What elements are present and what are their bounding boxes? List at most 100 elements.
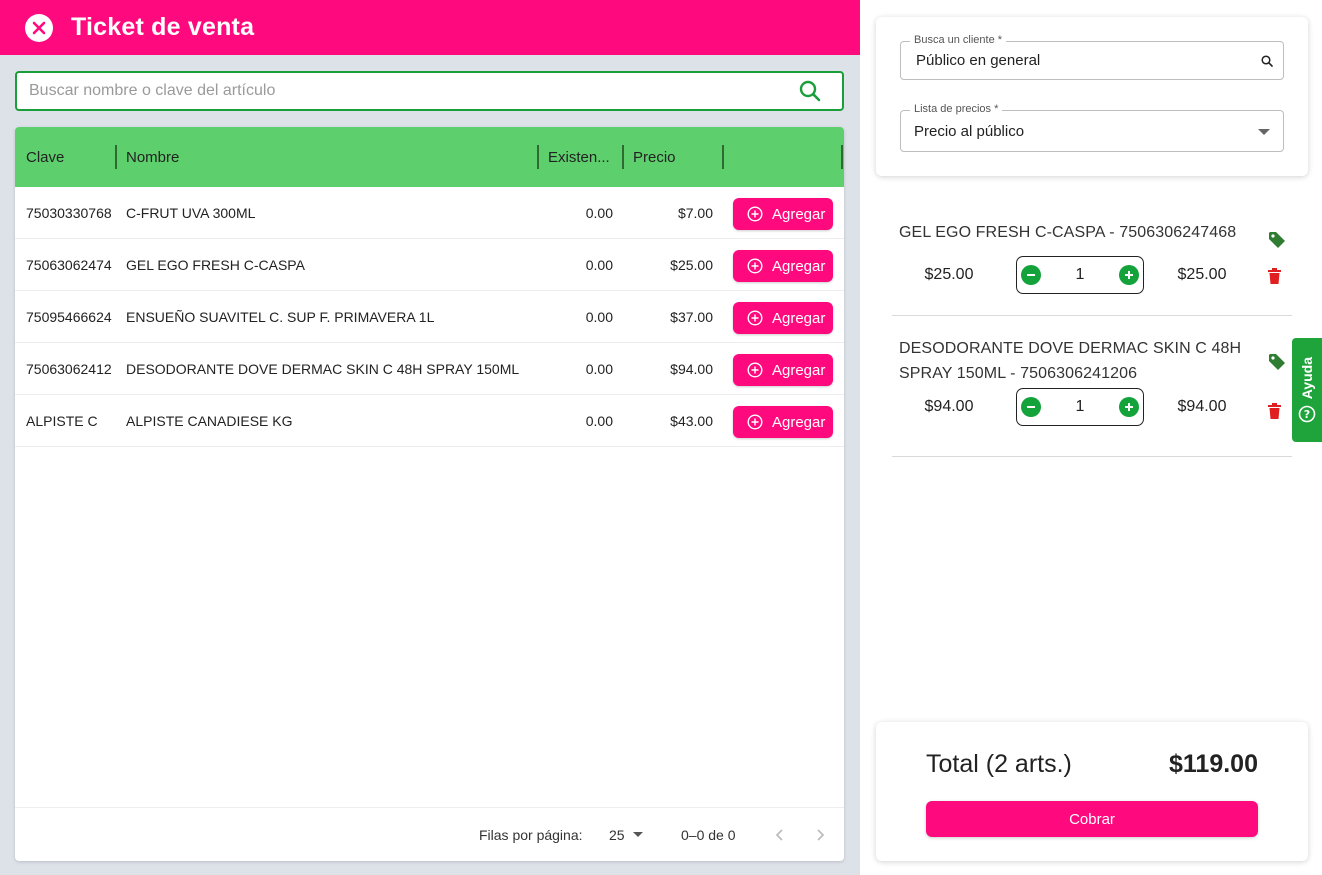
plus-circle-icon: [747, 258, 763, 274]
next-page-button[interactable]: [815, 808, 825, 861]
add-article-button[interactable]: Agregar: [733, 406, 833, 438]
table-pagination: Filas por página: 25 0–0 de 0: [15, 807, 844, 861]
table-row: 75030330768 C-FRUT UVA 300ML 0.00 $7.00 Agre…: [15, 187, 844, 239]
row-precio: $25.00: [670, 257, 713, 273]
chevron-right-icon: [817, 829, 825, 841]
decrease-quantity-button[interactable]: [1021, 265, 1041, 285]
increase-quantity-button[interactable]: [1119, 397, 1139, 417]
help-tab[interactable]: Ayuda ?: [1292, 338, 1322, 442]
search-icon[interactable]: [1261, 55, 1273, 67]
rows-per-page-label: Filas por página:: [479, 827, 583, 843]
add-article-button[interactable]: Agregar: [733, 302, 833, 334]
close-icon: [32, 21, 46, 34]
chevron-left-icon: [775, 829, 783, 841]
help-label: Ayuda: [1299, 356, 1315, 400]
quantity-value[interactable]: 1: [1076, 266, 1085, 284]
column-resize-handle[interactable]: [841, 145, 843, 169]
plus-icon: [1125, 403, 1133, 411]
cart-item-unit-price: $25.00: [924, 266, 974, 283]
client-card: Busca un cliente * Público en general Li…: [876, 17, 1308, 176]
cart-item-subtotal: $25.00: [1177, 266, 1227, 283]
add-article-button[interactable]: Agregar: [733, 198, 833, 230]
quantity-value[interactable]: 1: [1076, 398, 1085, 416]
rows-per-page-value: 25: [609, 827, 625, 843]
column-header-nombre[interactable]: Nombre: [126, 127, 179, 187]
column-header-existencia[interactable]: Existen...: [548, 127, 610, 187]
row-precio: $37.00: [670, 309, 713, 325]
add-article-label: Agregar: [772, 309, 826, 327]
cart-item: GEL EGO FRESH C-CASPA - 7506306247468 $25…: [892, 210, 1292, 316]
charge-button[interactable]: Cobrar: [926, 801, 1258, 837]
svg-text:?: ?: [1304, 408, 1310, 421]
add-article-label: Agregar: [772, 205, 826, 223]
cart-item-subtotal: $94.00: [1177, 398, 1227, 415]
table-row: 75095466624 ENSUEÑO SUAVITEL C. SUP F. PR…: [15, 291, 844, 343]
column-resize-handle[interactable]: [622, 145, 624, 169]
table-row: 75063062474 GEL EGO FRESH C-CASPA 0.00 $25.…: [15, 239, 844, 291]
row-precio: $43.00: [670, 413, 713, 429]
cart-panel: Busca un cliente * Público en general Li…: [860, 0, 1322, 875]
close-button[interactable]: [25, 13, 53, 42]
cart-item-unit-price: $94.00: [924, 398, 974, 415]
row-existencia: 0.00: [585, 413, 613, 429]
total-card: Total (2 arts.) $119.00 Cobrar: [876, 722, 1308, 861]
row-nombre: GEL EGO FRESH C-CASPA: [126, 257, 305, 273]
row-nombre: DESODORANTE DOVE DERMAC SKIN C 48H SPRAY…: [126, 361, 520, 377]
row-clave: ALPISTE C: [26, 413, 98, 429]
add-article-label: Agregar: [772, 361, 826, 379]
price-list-label: Lista de precios *: [910, 103, 1003, 115]
minus-icon: [1027, 406, 1035, 408]
customer-search-value: Público en general: [916, 52, 1041, 69]
tag-icon[interactable]: [1268, 353, 1286, 371]
cart-item-name: DESODORANTE DOVE DERMAC SKIN C 48H SPRAY…: [899, 340, 1242, 382]
trash-icon[interactable]: [1268, 268, 1281, 284]
row-clave: 75063062474: [26, 257, 112, 273]
row-clave: 75063062412: [26, 361, 112, 377]
table-body: 75030330768 C-FRUT UVA 300ML 0.00 $7.00 Agre…: [15, 187, 844, 447]
add-article-label: Agregar: [772, 413, 826, 431]
rows-per-page-select[interactable]: 25: [609, 808, 643, 861]
tag-icon[interactable]: [1268, 231, 1286, 249]
row-existencia: 0.00: [585, 309, 613, 325]
add-article-button[interactable]: Agregar: [733, 250, 833, 282]
add-article-button[interactable]: Agregar: [733, 354, 833, 386]
column-header-clave[interactable]: Clave: [26, 127, 64, 187]
add-article-label: Agregar: [772, 257, 826, 275]
column-resize-handle[interactable]: [115, 145, 117, 169]
plus-icon: [1125, 271, 1133, 279]
price-list-value: Precio al público: [914, 123, 1025, 140]
row-precio: $94.00: [670, 361, 713, 377]
price-list-select[interactable]: Lista de precios * Precio al público: [900, 103, 1284, 152]
column-resize-handle[interactable]: [537, 145, 539, 169]
minus-icon: [1027, 274, 1035, 276]
row-nombre: ALPISTE CANADIESE KG: [126, 413, 293, 429]
search-button[interactable]: [798, 79, 822, 103]
plus-circle-icon: [747, 310, 763, 326]
article-search: [15, 71, 844, 111]
plus-circle-icon: [747, 206, 763, 222]
customer-search-field[interactable]: Busca un cliente * Público en general: [900, 34, 1284, 80]
row-existencia: 0.00: [585, 361, 613, 377]
caret-down-icon: [1258, 129, 1270, 135]
row-nombre: C-FRUT UVA 300ML: [126, 205, 256, 221]
column-resize-handle[interactable]: [722, 145, 724, 169]
increase-quantity-button[interactable]: [1119, 265, 1139, 285]
total-label: Total (2 arts.): [926, 750, 1072, 778]
table-row: 75063062412 DESODORANTE DOVE DERMAC SKIN …: [15, 343, 844, 395]
row-nombre: ENSUEÑO SUAVITEL C. SUP F. PRIMAVERA 1L: [126, 309, 435, 325]
quantity-stepper: 1: [1016, 388, 1144, 426]
article-search-input[interactable]: [29, 82, 798, 100]
row-precio: $7.00: [677, 205, 713, 221]
top-bar: Ticket de venta: [0, 0, 860, 55]
row-clave: 75095466624: [26, 309, 112, 325]
page-title: Ticket de venta: [71, 13, 255, 41]
decrease-quantity-button[interactable]: [1021, 397, 1041, 417]
trash-icon[interactable]: [1268, 403, 1281, 419]
search-icon: [799, 80, 821, 102]
table-header: Clave Nombre Existen... Precio: [15, 127, 844, 187]
previous-page-button[interactable]: [775, 808, 785, 861]
plus-circle-icon: [747, 414, 763, 430]
column-header-precio[interactable]: Precio: [633, 127, 676, 187]
customer-search-label: Busca un cliente *: [910, 34, 1007, 46]
question-circle-icon: ?: [1298, 405, 1316, 423]
